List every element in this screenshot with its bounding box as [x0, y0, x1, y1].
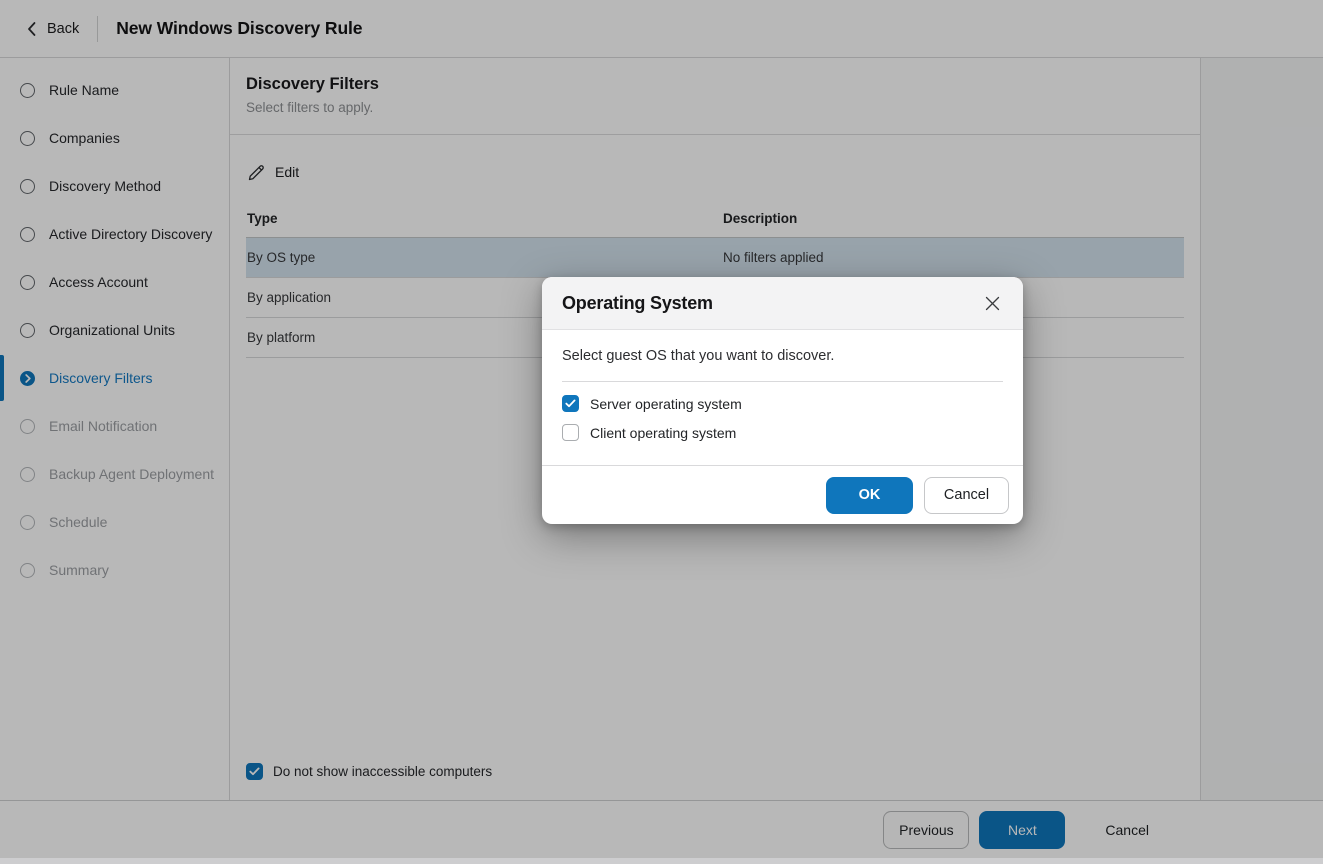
dialog-title: Operating System: [562, 293, 713, 314]
operating-system-dialog: Operating System Select guest OS that yo…: [542, 277, 1023, 524]
dialog-divider: [562, 381, 1003, 382]
client-os-checkbox[interactable]: Client operating system: [562, 424, 1003, 441]
dialog-footer: OK Cancel: [542, 465, 1023, 524]
close-icon[interactable]: [980, 291, 1005, 316]
checkbox-checked-icon: [562, 395, 579, 412]
server-os-checkbox[interactable]: Server operating system: [562, 395, 1003, 412]
dialog-header: Operating System: [542, 277, 1023, 330]
dialog-description: Select guest OS that you want to discove…: [562, 346, 1003, 366]
dialog-body: Select guest OS that you want to discove…: [542, 330, 1023, 465]
ok-button[interactable]: OK: [826, 477, 913, 514]
dialog-cancel-button[interactable]: Cancel: [924, 477, 1009, 514]
checkbox-label: Client operating system: [590, 425, 736, 441]
checkbox-label: Server operating system: [590, 396, 742, 412]
checkbox-unchecked-icon: [562, 424, 579, 441]
